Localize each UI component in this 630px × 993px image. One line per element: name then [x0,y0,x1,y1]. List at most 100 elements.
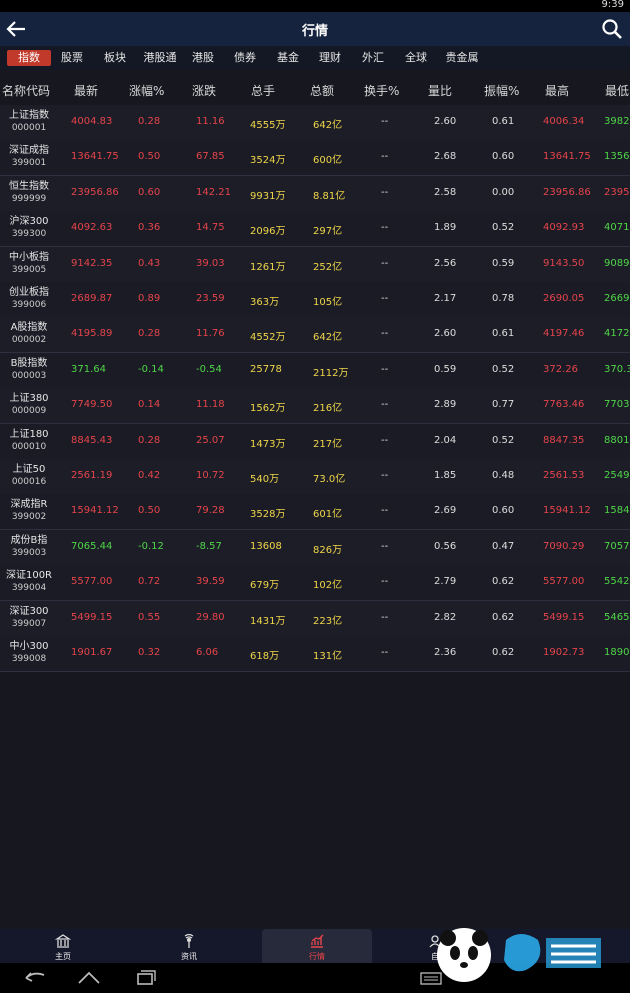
cell-ratio: 0.59 [434,363,457,375]
cell-amt: 2112万 [313,367,349,379]
index-name: 深证100R [5,570,53,582]
cell-low: 4172 [604,328,630,340]
status-bar: 9:39 [0,0,630,12]
table-row[interactable]: 上证指数 000001 4004.83 0.28 11.16 4555万 642亿 -- 2.6… [0,105,630,141]
table-row[interactable]: A股指数 000002 4195.89 0.28 11.76 4552万 642亿 -- 2.6… [0,317,630,354]
tab-7[interactable]: 理财 [313,50,347,66]
column-header-9[interactable]: 最高 [545,82,569,99]
index-name-cell: 深成指R 399002 [0,498,58,524]
column-header-7[interactable]: 量比 [428,82,452,99]
tab-6[interactable]: 基金 [271,50,305,66]
tab-10[interactable]: 贵金属 [440,50,484,66]
nav-item-1[interactable]: 资讯 [134,929,244,963]
tab-9[interactable]: 全球 [399,50,433,66]
table-row[interactable]: 深证成指 399001 13641.75 0.50 67.85 3524万 600亿 -- 2.… [0,140,630,177]
home-icon[interactable] [76,969,102,987]
cell-chg: -8.57 [196,540,222,552]
index-code: 000001 [11,123,47,133]
table-row[interactable]: 恒生指数 999999 23956.86 0.60 142.21 9931万 8.81亿 --… [0,175,630,212]
cell-pct: -0.12 [138,540,164,552]
cell-chg: 29.80 [196,611,225,623]
cell-pct: 0.36 [138,222,161,234]
table-row[interactable]: 上证50 000016 2561.19 0.42 10.72 540万 73.0亿 -- 1.8… [0,459,630,495]
cell-pct: 0.55 [138,611,161,623]
index-code: 399006 [11,300,47,310]
table-row[interactable]: 中小300 399008 1901.67 0.32 6.06 618万 131亿 -- 2.36… [0,636,630,672]
cell-amt: 216亿 [313,403,343,415]
column-header-3[interactable]: 涨跌 [192,82,216,99]
table-row[interactable]: 中小板指 399005 9142.35 0.43 39.03 1261万 252亿 -- 2.5… [0,246,630,283]
tab-4[interactable]: 港股 [186,50,220,66]
index-name: 创业板指 [9,287,49,298]
table-row[interactable]: 成份B指 399003 7065.44 -0.12 -8.57 13608 826万 -- 0.… [0,529,630,566]
table-row[interactable]: 上证180 000010 8845.43 0.28 25.07 1473万 217亿 -- 2.… [0,423,630,460]
table-row[interactable]: 深证100R 399004 5577.00 0.72 39.59 679万 102亿 -- 2.… [0,565,630,602]
cell-vol: 1562万 [250,403,286,415]
index-name-cell: 恒生指数 999999 [0,180,58,206]
cell-last: 4092.63 [71,222,113,234]
cell-high: 4092.93 [543,222,585,234]
cell-high: 2561.53 [543,470,585,481]
cell-chg: 11.76 [196,328,225,340]
tab-8[interactable]: 外汇 [356,50,390,66]
tab-3[interactable]: 港股通 [137,50,183,66]
cell-vol: 13608 [250,540,282,552]
cell-high: 9143.50 [543,257,585,269]
cell-turn: -- [381,293,389,304]
back-icon[interactable] [22,969,48,987]
cell-turn: -- [381,363,389,375]
cell-ratio: 2.56 [434,257,457,269]
nav-item-2[interactable]: 行情 [262,929,372,963]
cell-chg: 10.72 [196,470,225,481]
cell-last: 8845.43 [71,434,113,446]
cell-chg: 39.59 [196,576,225,588]
index-code: 000010 [11,441,47,452]
cell-turn: -- [381,186,389,198]
nav-item-0[interactable]: 主页 [8,929,118,963]
index-name: 上证180 [9,428,49,440]
column-header-0[interactable]: 名称代码 [2,82,50,99]
table-row[interactable]: 创业板指 399006 2689.87 0.89 23.59 363万 105亿 -- 2.17… [0,282,630,318]
table-row[interactable]: B股指数 000003 371.64 -0.14 -0.54 25778 2112万 -- 0.… [0,352,630,389]
tab-5[interactable]: 债券 [228,50,262,66]
cell-amp: 0.61 [492,328,515,340]
cell-ratio: 2.17 [434,293,457,304]
cell-ratio: 2.36 [434,647,457,658]
cell-pct: 0.42 [138,470,161,481]
cell-ratio: 2.79 [434,576,457,588]
column-header-4[interactable]: 总手 [251,82,275,99]
cell-amp: 0.52 [492,434,515,446]
table-row[interactable]: 上证380 000009 7749.50 0.14 11.18 1562万 216亿 -- 2.… [0,388,630,425]
table-row[interactable]: 沪深300 399300 4092.63 0.36 14.75 2096万 297亿 -- 1.… [0,211,630,248]
cell-low: 5465 [604,611,630,623]
tab-0[interactable]: 指数 [7,50,51,66]
column-header-8[interactable]: 振幅% [484,82,519,99]
table-row[interactable]: 深成指R 399002 15941.12 0.50 79.28 3528万 601亿 -- 2.… [0,494,630,531]
column-header-1[interactable]: 最新 [74,82,98,99]
column-header-5[interactable]: 总额 [310,82,334,99]
cell-vol: 3528万 [250,509,286,521]
cell-amp: 0.62 [492,647,515,658]
search-icon[interactable] [601,18,623,40]
cell-amt: 223亿 [313,615,343,627]
cell-last: 4195.89 [71,328,113,340]
cell-amp: 0.60 [492,151,515,163]
tab-2[interactable]: 板块 [98,50,132,66]
column-header-10[interactable]: 最低 [605,82,629,99]
index-name-cell: 成份B指 399003 [0,534,58,560]
index-name: 上证指数 [9,110,49,121]
index-code: 399007 [11,618,47,629]
index-name-cell: 深证300 399007 [0,605,58,631]
recent-apps-icon[interactable] [132,969,158,987]
table-row[interactable]: 深证300 399007 5499.15 0.55 29.80 1431万 223亿 -- 2.… [0,600,630,637]
cell-turn: -- [381,540,389,552]
column-header-2[interactable]: 涨幅% [129,82,164,99]
cell-turn: -- [381,222,389,234]
cell-vol: 679万 [250,580,280,592]
cell-ratio: 2.60 [434,116,457,127]
cell-last: 4004.83 [71,116,113,127]
column-header-6[interactable]: 换手% [364,82,399,99]
tab-1[interactable]: 股票 [55,50,89,66]
cell-last: 13641.75 [71,151,119,163]
cell-ratio: 2.58 [434,186,457,198]
